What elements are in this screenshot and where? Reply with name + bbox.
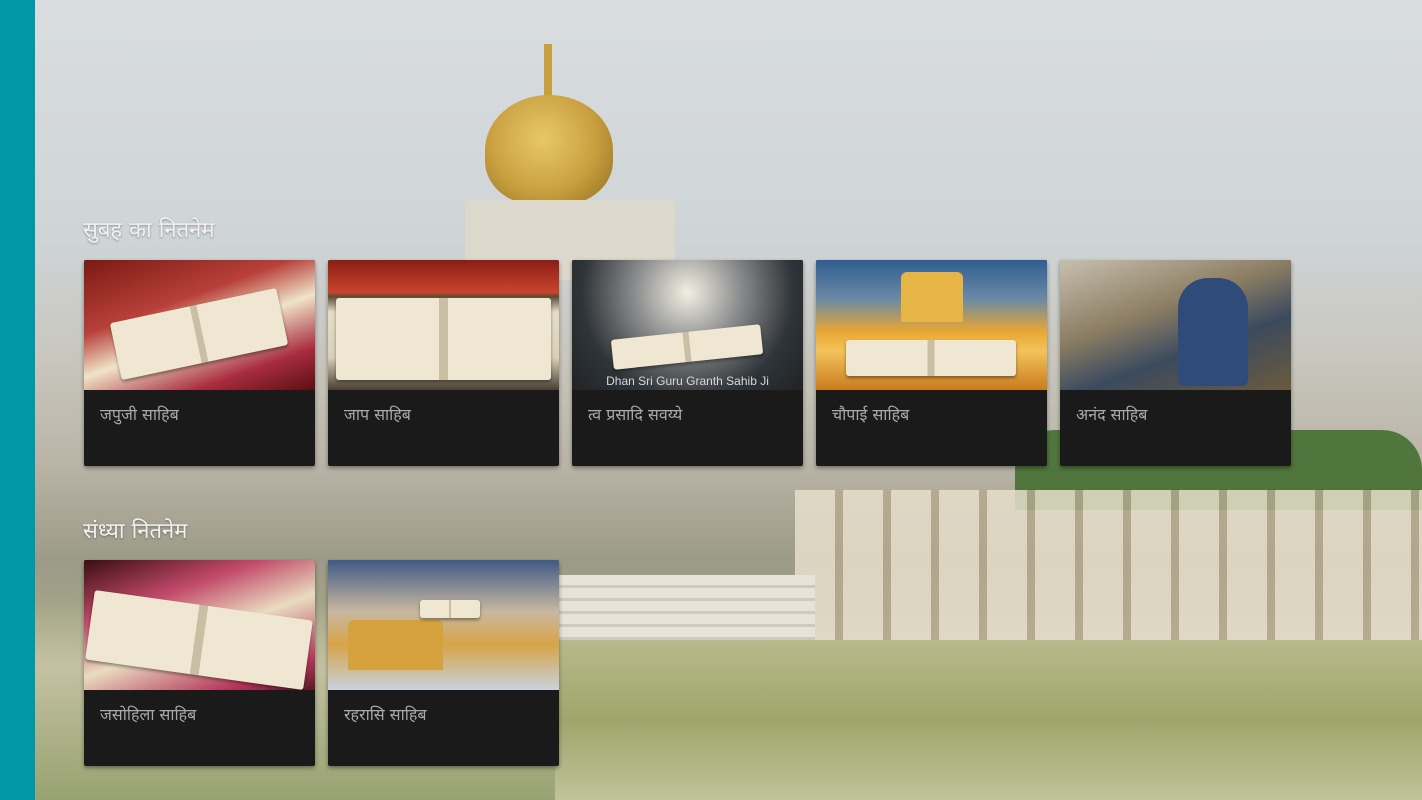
card-label: रहरासि साहिब bbox=[344, 705, 427, 724]
section-title-evening: संध्या नितनेम bbox=[83, 519, 188, 544]
thumb-caption: Dhan Sri Guru Granth Sahib Ji bbox=[606, 374, 769, 388]
book-shape bbox=[420, 600, 480, 618]
card-sohila-sahib[interactable]: जसोहिला साहिब bbox=[84, 560, 315, 766]
section-title-morning: सुबह का नितनेम bbox=[83, 218, 215, 243]
guru-granth-sahib-image: Dhan Sri Guru Granth Sahib Ji bbox=[572, 260, 803, 390]
card-tav-prasad-savaiye[interactable]: Dhan Sri Guru Granth Sahib Ji त्व प्रसाद… bbox=[572, 260, 803, 466]
card-label: चौपाई साहिब bbox=[832, 405, 910, 424]
gurbani-book-image bbox=[84, 260, 315, 390]
scripture-closeup-image bbox=[84, 560, 315, 690]
row-morning: जपुजी साहिब जाप साहिब Dhan Sri Guru Gran… bbox=[84, 260, 1291, 466]
side-accent-strip bbox=[0, 0, 35, 800]
temple-spire bbox=[544, 44, 552, 99]
card-rehras-sahib[interactable]: रहरासि साहिब bbox=[328, 560, 559, 766]
temple-shape bbox=[348, 620, 443, 670]
card-label: त्व प्रसादि सवय्ये bbox=[588, 405, 683, 424]
card-jaap-sahib[interactable]: जाप साहिब bbox=[328, 260, 559, 466]
card-anand-sahib[interactable]: अनंद साहिब bbox=[1060, 260, 1291, 466]
book-shape bbox=[846, 340, 1016, 376]
card-japji-sahib[interactable]: जपुजी साहिब bbox=[84, 260, 315, 466]
card-label: जाप साहिब bbox=[344, 405, 411, 424]
book-shape bbox=[610, 324, 764, 370]
praying-sikh-image bbox=[1060, 260, 1291, 390]
card-label: जसोहिला साहिब bbox=[100, 705, 197, 724]
book-shape bbox=[85, 590, 313, 690]
golden-temple-book-image bbox=[816, 260, 1047, 390]
row-evening: जसोहिला साहिब रहरासि साहिब bbox=[84, 560, 559, 766]
card-label: अनंद साहिब bbox=[1076, 405, 1148, 424]
sarovar-water bbox=[555, 640, 1422, 800]
temple-shape bbox=[901, 272, 963, 322]
open-scripture-image bbox=[328, 260, 559, 390]
book-shape bbox=[109, 287, 289, 381]
card-chaupai-sahib[interactable]: चौपाई साहिब bbox=[816, 260, 1047, 466]
figure-shape bbox=[1178, 278, 1248, 386]
golden-dome bbox=[485, 95, 613, 205]
book-shape bbox=[336, 298, 551, 380]
gurus-golden-temple-image bbox=[328, 560, 559, 690]
card-label: जपुजी साहिब bbox=[100, 405, 179, 424]
arcade-building bbox=[795, 490, 1422, 640]
